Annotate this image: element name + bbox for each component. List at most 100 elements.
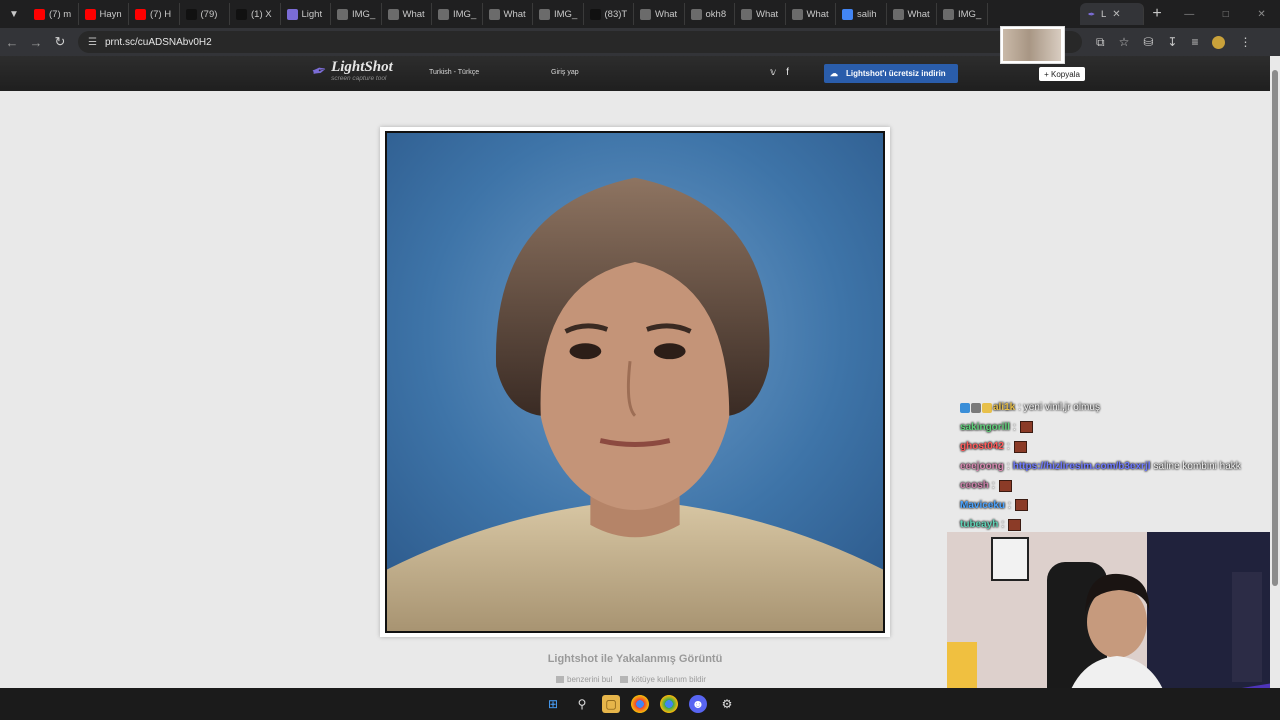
tab-label: IMG_ — [352, 8, 376, 20]
chat-link[interactable]: https://hizliresim.com/b3exrjl — [1013, 461, 1151, 472]
chat-username: eeejoong — [960, 460, 1004, 472]
tab-label: okh8 — [705, 8, 727, 20]
lightshot-icon — [286, 8, 298, 20]
tab-active[interactable]: ✒ L ✕ — [1080, 3, 1144, 25]
tab[interactable]: IMG_ — [331, 3, 382, 25]
tab[interactable]: (83)T — [584, 3, 634, 25]
chat-badge-icon — [982, 402, 992, 413]
find-similar-link[interactable]: benzerini bul — [556, 675, 612, 684]
tab[interactable]: What — [483, 3, 533, 25]
globe-icon — [690, 8, 702, 20]
youtube-icon — [135, 8, 146, 20]
chat-text: : — [1006, 441, 1010, 453]
tab[interactable]: What — [382, 3, 432, 25]
discord-icon[interactable]: ☻ — [689, 695, 707, 713]
globe-icon — [640, 8, 651, 20]
tab-label: Hayn — [99, 8, 122, 20]
tab[interactable]: What — [887, 3, 937, 25]
chat-message: ali1k: yeni vinil,jr olmuş — [960, 398, 1270, 418]
settings-gear-icon[interactable]: ⚙ — [718, 695, 736, 713]
windows-taskbar: ⊞ ⚲ ▢ ☻ ⚙ — [0, 688, 1280, 720]
minimize-icon[interactable]: — — [1184, 9, 1194, 20]
url-text: prnt.sc/cuADSNAbv0H2 — [104, 36, 212, 48]
tab-label: What — [756, 8, 779, 20]
chat-username: Maviceku — [960, 499, 1006, 511]
tab[interactable]: okh8 — [685, 3, 735, 25]
brand-tagline: screen capture tool — [331, 75, 387, 82]
tab-label: IMG_ — [453, 8, 477, 20]
screenshot-image[interactable] — [385, 131, 885, 633]
close-window-icon[interactable]: ✕ — [1257, 9, 1265, 20]
tiktok-icon — [589, 8, 601, 20]
stream-chat-overlay: ali1k: yeni vinil,jr olmuş sakingorill: gh… — [960, 398, 1270, 535]
tab[interactable]: salih — [836, 3, 887, 25]
tab-search-menu[interactable]: ▼ — [0, 0, 28, 28]
window-controls: — □ ✕ — [1170, 9, 1280, 20]
bookmark-star-icon[interactable]: ☆ — [1119, 35, 1130, 49]
chat-username: tubeayh — [960, 519, 999, 531]
globe-icon — [539, 8, 550, 20]
login-link[interactable]: Giriş yap — [551, 69, 579, 76]
chat-message: ceosh: — [960, 476, 1270, 496]
chat-message: eeejoong: https://hizliresim.com/b3exrjl s… — [960, 457, 1270, 477]
tab[interactable]: (79) — [180, 3, 230, 25]
facebook-icon[interactable]: f — [786, 67, 789, 78]
download-icon[interactable]: ↧ — [1167, 35, 1177, 49]
lightshot-header: ✒ LightShot screen capture tool Turkish … — [0, 56, 1280, 91]
tab-label: Light — [301, 8, 323, 20]
tab[interactable]: What — [735, 3, 786, 25]
maximize-icon[interactable]: □ — [1223, 9, 1229, 20]
close-icon[interactable]: ✕ — [1112, 9, 1120, 20]
brand-name: LightShot — [331, 59, 393, 75]
media-controls-icon[interactable]: ≡ — [1191, 35, 1198, 49]
tab[interactable]: (7) H — [129, 3, 180, 25]
x-icon — [236, 8, 247, 20]
browser-menu-icon[interactable]: ⋮ — [1239, 35, 1251, 49]
chat-text: : — [1006, 460, 1010, 472]
globe-icon — [438, 8, 449, 20]
tab-list: (7) m Hayn (7) H (79) (1) X Light IMG_ What IMG_… — [28, 0, 1080, 28]
chat-emote-icon — [1014, 499, 1028, 512]
page-scrollbar[interactable] — [1270, 56, 1280, 688]
profile-avatar[interactable] — [1212, 35, 1226, 49]
address-bar[interactable]: ☰ prnt.sc/cuADSNAbv0H2 — [78, 31, 1082, 53]
report-abuse-link[interactable]: kötüye kullanım bildir — [620, 675, 706, 684]
tab[interactable]: IMG_ — [937, 3, 988, 25]
twitter-icon[interactable]: 𝕧 — [770, 67, 776, 78]
search-icon[interactable]: ⚲ — [573, 695, 591, 713]
tab[interactable]: Light — [281, 3, 331, 25]
tiktok-icon — [185, 8, 197, 20]
chat-badge-icon — [971, 402, 981, 413]
chat-text: : — [1013, 421, 1016, 433]
back-icon[interactable]: ← — [0, 35, 24, 50]
tab[interactable]: (7) m — [28, 3, 79, 25]
lightshot-logo[interactable]: ✒ LightShot screen capture tool — [310, 59, 393, 82]
site-info-icon[interactable]: ☰ — [88, 37, 97, 48]
chrome-profile-icon[interactable] — [660, 695, 678, 713]
chat-username: ali1k — [993, 402, 1016, 414]
tab-label: What — [503, 8, 526, 20]
extensions-icon[interactable]: ⛁ — [1143, 35, 1153, 49]
windows-start-icon[interactable]: ⊞ — [544, 695, 562, 713]
new-tab-button[interactable]: + — [1144, 5, 1170, 23]
chat-username: ceosh — [960, 480, 989, 492]
forward-icon[interactable]: → — [24, 35, 48, 50]
tab[interactable]: Hayn — [79, 3, 129, 25]
download-button[interactable]: ☁ Lightshot'ı ücretsiz indirin — [824, 64, 958, 83]
tab[interactable]: What — [786, 3, 836, 25]
tab-label: What — [907, 8, 930, 20]
chrome-icon[interactable] — [631, 695, 649, 713]
camera-icon — [556, 676, 564, 684]
tab[interactable]: IMG_ — [533, 3, 584, 25]
copy-tooltip: + Kopyala — [1039, 67, 1085, 81]
reload-icon[interactable]: ↻ — [48, 34, 72, 50]
tab[interactable]: (1) X — [230, 3, 281, 25]
language-selector[interactable]: Turkish - Türkçe — [429, 69, 479, 76]
scrollbar-thumb[interactable] — [1272, 70, 1278, 586]
install-app-icon[interactable]: ⧉ — [1096, 35, 1105, 50]
tab[interactable]: What — [634, 3, 685, 25]
chat-badge-icon — [960, 402, 970, 413]
tab[interactable]: IMG_ — [432, 3, 483, 25]
file-explorer-icon[interactable]: ▢ — [602, 695, 620, 713]
chat-message: Maviceku: — [960, 496, 1270, 516]
